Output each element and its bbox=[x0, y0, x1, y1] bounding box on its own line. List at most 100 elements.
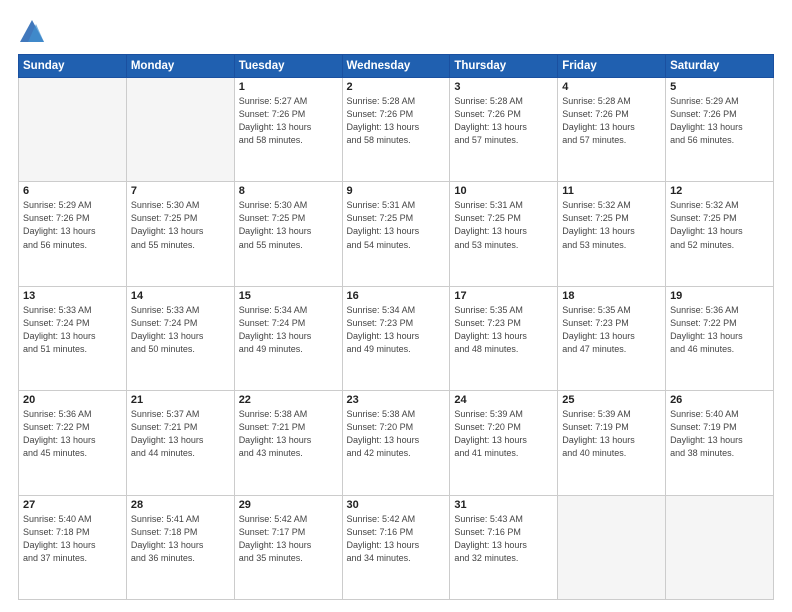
day-info: Sunrise: 5:38 AM Sunset: 7:21 PM Dayligh… bbox=[239, 408, 338, 460]
calendar-cell: 13 Sunrise: 5:33 AM Sunset: 7:24 PM Dayli… bbox=[19, 286, 127, 390]
calendar-cell: 6Sunrise: 5:29 AM Sunset: 7:26 PM Daylig… bbox=[19, 182, 127, 286]
weekday-header-row: SundayMondayTuesdayWednesdayThursdayFrid… bbox=[19, 55, 774, 78]
calendar-cell: 29 Sunrise: 5:42 AM Sunset: 7:17 PM Dayli… bbox=[234, 495, 342, 599]
day-number: 16 bbox=[347, 290, 446, 302]
weekday-header-sunday: Sunday bbox=[19, 55, 127, 78]
calendar-cell: 28Sunrise: 5:41 AM Sunset: 7:18 PM Dayli… bbox=[126, 495, 234, 599]
day-info: Sunrise: 5:31 AM Sunset: 7:25 PM Dayligh… bbox=[454, 199, 553, 251]
day-info: Sunrise: 5:30 AM Sunset: 7:25 PM Dayligh… bbox=[239, 199, 338, 251]
week-row-5: 27Sunrise: 5:40 AM Sunset: 7:18 PM Dayli… bbox=[19, 495, 774, 599]
day-info: Sunrise: 5:28 AM Sunset: 7:26 PM Dayligh… bbox=[454, 95, 553, 147]
calendar-cell: 26Sunrise: 5:40 AM Sunset: 7:19 PM Dayli… bbox=[666, 391, 774, 495]
day-info: Sunrise: 5:43 AM Sunset: 7:16 PM Dayligh… bbox=[454, 513, 553, 565]
calendar-cell: 27Sunrise: 5:40 AM Sunset: 7:18 PM Dayli… bbox=[19, 495, 127, 599]
day-number: 18 bbox=[562, 290, 661, 302]
calendar-cell: 4Sunrise: 5:28 AM Sunset: 7:26 PM Daylig… bbox=[558, 78, 666, 182]
day-number: 2 bbox=[347, 81, 446, 93]
day-info: Sunrise: 5:36 AM Sunset: 7:22 PM Dayligh… bbox=[23, 408, 122, 460]
day-number: 5 bbox=[670, 81, 769, 93]
day-number: 20 bbox=[23, 394, 122, 406]
day-number: 28 bbox=[131, 499, 230, 511]
day-info: Sunrise: 5:27 AM Sunset: 7:26 PM Dayligh… bbox=[239, 95, 338, 147]
day-info: Sunrise: 5:35 AM Sunset: 7:23 PM Dayligh… bbox=[454, 304, 553, 356]
calendar-cell: 21 Sunrise: 5:37 AM Sunset: 7:21 PM Dayli… bbox=[126, 391, 234, 495]
calendar-cell: 12 Sunrise: 5:32 AM Sunset: 7:25 PM Dayli… bbox=[666, 182, 774, 286]
calendar-cell: 18Sunrise: 5:35 AM Sunset: 7:23 PM Dayli… bbox=[558, 286, 666, 390]
day-info: Sunrise: 5:32 AM Sunset: 7:25 PM Dayligh… bbox=[562, 199, 661, 251]
calendar-cell: 15 Sunrise: 5:34 AM Sunset: 7:24 PM Dayli… bbox=[234, 286, 342, 390]
day-number: 29 bbox=[239, 499, 338, 511]
calendar-cell bbox=[666, 495, 774, 599]
calendar-cell: 30 Sunrise: 5:42 AM Sunset: 7:16 PM Dayli… bbox=[342, 495, 450, 599]
day-info: Sunrise: 5:34 AM Sunset: 7:24 PM Dayligh… bbox=[239, 304, 338, 356]
calendar-cell: 25Sunrise: 5:39 AM Sunset: 7:19 PM Dayli… bbox=[558, 391, 666, 495]
day-number: 4 bbox=[562, 81, 661, 93]
day-info: Sunrise: 5:36 AM Sunset: 7:22 PM Dayligh… bbox=[670, 304, 769, 356]
weekday-header-thursday: Thursday bbox=[450, 55, 558, 78]
day-number: 11 bbox=[562, 185, 661, 197]
calendar-cell: 5 Sunrise: 5:29 AM Sunset: 7:26 PM Daylig… bbox=[666, 78, 774, 182]
calendar-cell: 20 Sunrise: 5:36 AM Sunset: 7:22 PM Dayli… bbox=[19, 391, 127, 495]
calendar-cell: 11 Sunrise: 5:32 AM Sunset: 7:25 PM Dayli… bbox=[558, 182, 666, 286]
day-info: Sunrise: 5:32 AM Sunset: 7:25 PM Dayligh… bbox=[670, 199, 769, 251]
day-number: 10 bbox=[454, 185, 553, 197]
calendar-cell bbox=[19, 78, 127, 182]
logo-icon bbox=[18, 18, 46, 46]
week-row-3: 13 Sunrise: 5:33 AM Sunset: 7:24 PM Dayli… bbox=[19, 286, 774, 390]
week-row-2: 6Sunrise: 5:29 AM Sunset: 7:26 PM Daylig… bbox=[19, 182, 774, 286]
day-info: Sunrise: 5:29 AM Sunset: 7:26 PM Dayligh… bbox=[23, 199, 122, 251]
day-number: 31 bbox=[454, 499, 553, 511]
calendar-body: 1 Sunrise: 5:27 AM Sunset: 7:26 PM Daylig… bbox=[19, 78, 774, 600]
day-info: Sunrise: 5:29 AM Sunset: 7:26 PM Dayligh… bbox=[670, 95, 769, 147]
day-info: Sunrise: 5:40 AM Sunset: 7:18 PM Dayligh… bbox=[23, 513, 122, 565]
day-number: 1 bbox=[239, 81, 338, 93]
calendar: SundayMondayTuesdayWednesdayThursdayFrid… bbox=[18, 54, 774, 600]
calendar-cell: 9 Sunrise: 5:31 AM Sunset: 7:25 PM Daylig… bbox=[342, 182, 450, 286]
day-number: 7 bbox=[131, 185, 230, 197]
day-info: Sunrise: 5:37 AM Sunset: 7:21 PM Dayligh… bbox=[131, 408, 230, 460]
weekday-header-tuesday: Tuesday bbox=[234, 55, 342, 78]
day-number: 26 bbox=[670, 394, 769, 406]
calendar-cell: 31 Sunrise: 5:43 AM Sunset: 7:16 PM Dayli… bbox=[450, 495, 558, 599]
day-number: 9 bbox=[347, 185, 446, 197]
calendar-cell: 1 Sunrise: 5:27 AM Sunset: 7:26 PM Daylig… bbox=[234, 78, 342, 182]
calendar-cell: 23 Sunrise: 5:38 AM Sunset: 7:20 PM Dayli… bbox=[342, 391, 450, 495]
week-row-1: 1 Sunrise: 5:27 AM Sunset: 7:26 PM Daylig… bbox=[19, 78, 774, 182]
day-info: Sunrise: 5:38 AM Sunset: 7:20 PM Dayligh… bbox=[347, 408, 446, 460]
day-number: 21 bbox=[131, 394, 230, 406]
calendar-cell: 19 Sunrise: 5:36 AM Sunset: 7:22 PM Dayli… bbox=[666, 286, 774, 390]
week-row-4: 20 Sunrise: 5:36 AM Sunset: 7:22 PM Dayli… bbox=[19, 391, 774, 495]
day-info: Sunrise: 5:34 AM Sunset: 7:23 PM Dayligh… bbox=[347, 304, 446, 356]
calendar-cell: 8 Sunrise: 5:30 AM Sunset: 7:25 PM Daylig… bbox=[234, 182, 342, 286]
day-number: 15 bbox=[239, 290, 338, 302]
calendar-cell bbox=[126, 78, 234, 182]
day-number: 3 bbox=[454, 81, 553, 93]
calendar-cell: 14Sunrise: 5:33 AM Sunset: 7:24 PM Dayli… bbox=[126, 286, 234, 390]
day-info: Sunrise: 5:33 AM Sunset: 7:24 PM Dayligh… bbox=[131, 304, 230, 356]
day-info: Sunrise: 5:42 AM Sunset: 7:16 PM Dayligh… bbox=[347, 513, 446, 565]
day-number: 23 bbox=[347, 394, 446, 406]
day-info: Sunrise: 5:33 AM Sunset: 7:24 PM Dayligh… bbox=[23, 304, 122, 356]
calendar-cell: 16 Sunrise: 5:34 AM Sunset: 7:23 PM Dayli… bbox=[342, 286, 450, 390]
weekday-header-monday: Monday bbox=[126, 55, 234, 78]
weekday-header-wednesday: Wednesday bbox=[342, 55, 450, 78]
day-number: 25 bbox=[562, 394, 661, 406]
day-number: 12 bbox=[670, 185, 769, 197]
calendar-cell: 3 Sunrise: 5:28 AM Sunset: 7:26 PM Daylig… bbox=[450, 78, 558, 182]
day-number: 19 bbox=[670, 290, 769, 302]
day-number: 30 bbox=[347, 499, 446, 511]
day-info: Sunrise: 5:42 AM Sunset: 7:17 PM Dayligh… bbox=[239, 513, 338, 565]
day-number: 17 bbox=[454, 290, 553, 302]
day-number: 24 bbox=[454, 394, 553, 406]
calendar-cell: 10 Sunrise: 5:31 AM Sunset: 7:25 PM Dayli… bbox=[450, 182, 558, 286]
weekday-header-saturday: Saturday bbox=[666, 55, 774, 78]
header bbox=[18, 18, 774, 46]
day-info: Sunrise: 5:31 AM Sunset: 7:25 PM Dayligh… bbox=[347, 199, 446, 251]
day-number: 22 bbox=[239, 394, 338, 406]
page: SundayMondayTuesdayWednesdayThursdayFrid… bbox=[0, 0, 792, 612]
calendar-cell bbox=[558, 495, 666, 599]
day-number: 8 bbox=[239, 185, 338, 197]
calendar-cell: 17 Sunrise: 5:35 AM Sunset: 7:23 PM Dayli… bbox=[450, 286, 558, 390]
logo bbox=[18, 18, 50, 46]
day-number: 13 bbox=[23, 290, 122, 302]
